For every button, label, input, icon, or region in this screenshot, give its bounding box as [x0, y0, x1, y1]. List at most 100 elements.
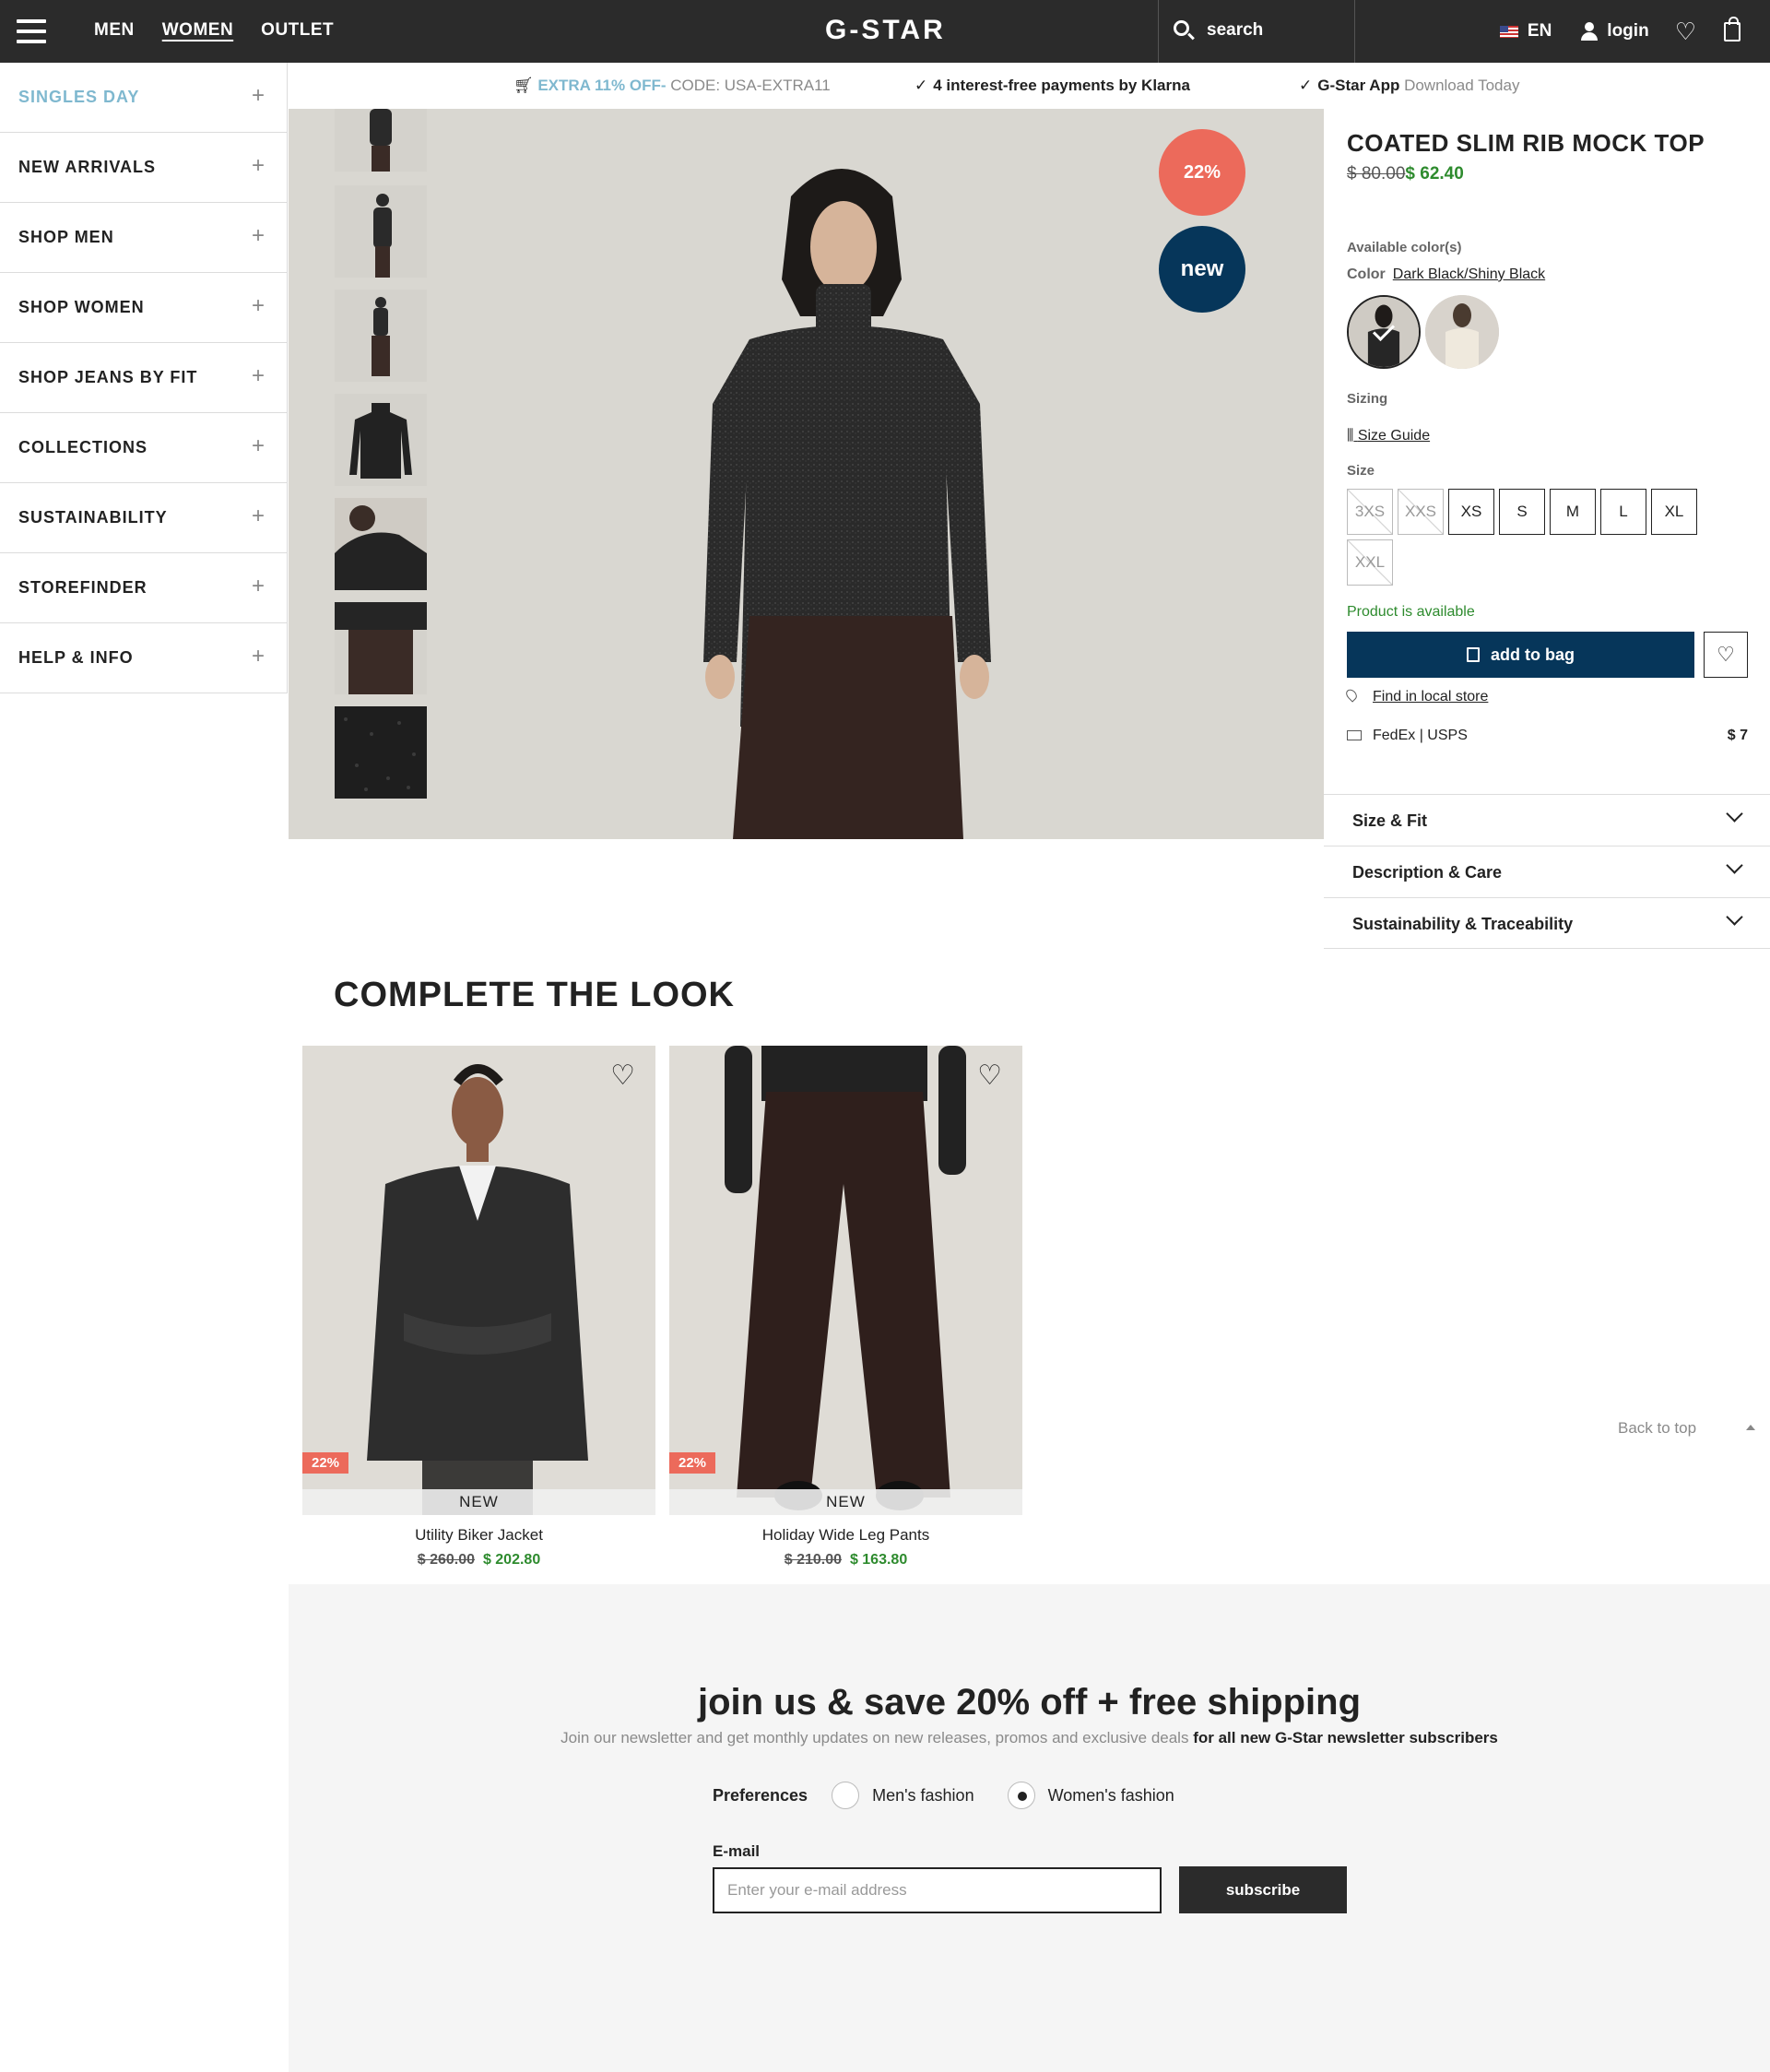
gallery-thumbnail[interactable]	[335, 109, 427, 172]
nav-outlet[interactable]: OUTLET	[261, 20, 334, 41]
login-link[interactable]: login	[1607, 21, 1648, 41]
language-selector[interactable]: EN	[1528, 21, 1552, 41]
accordion-sustainability[interactable]: Sustainability & Traceability	[1324, 897, 1770, 949]
complete-the-look-title: COMPLETE THE LOOK	[334, 976, 735, 1014]
gallery-thumbnail[interactable]	[335, 185, 427, 278]
sidebar-item-new-arrivals[interactable]: NEW ARRIVALS +	[0, 133, 288, 203]
size-guide-link[interactable]: ⫼ Size Guide	[1347, 428, 1430, 444]
size-option-3xs[interactable]: 3XS	[1347, 489, 1393, 535]
add-to-bag-button[interactable]: add to bag	[1347, 632, 1694, 678]
menu-icon[interactable]	[17, 19, 46, 43]
price-sale: $ 62.40	[1405, 164, 1464, 184]
sidebar-item-help-info[interactable]: HELP & INFO +	[0, 623, 288, 693]
nav-women[interactable]: WOMEN	[162, 20, 233, 41]
newsletter-subtitle-bold: for all new G-Star newsletter subscriber…	[1193, 1729, 1498, 1746]
product-card-name[interactable]: Holiday Wide Leg Pants	[669, 1526, 1022, 1545]
sidebar-item-sustainability[interactable]: SUSTAINABILITY +	[0, 483, 288, 553]
gstar-logo[interactable]: G-STAR	[825, 15, 946, 46]
sidebar-item-collections[interactable]: COLLECTIONS +	[0, 413, 288, 483]
search-label: search	[1207, 20, 1264, 40]
product-main-image[interactable]	[602, 109, 1081, 839]
gallery-thumbnail[interactable]	[335, 498, 427, 590]
gallery-thumbnail[interactable]	[335, 394, 427, 486]
sidebar-item-label: NEW ARRIVALS	[18, 158, 156, 176]
expand-plus-icon: +	[251, 293, 265, 318]
product-card-name[interactable]: Utility Biker Jacket	[302, 1526, 655, 1545]
size-option-m[interactable]: M	[1550, 489, 1596, 535]
accordion-description-care[interactable]: Description & Care	[1324, 846, 1770, 897]
wishlist-icon[interactable]: ♡	[1675, 19, 1696, 43]
discount-badge: 22%	[1159, 129, 1245, 216]
shopping-bag-icon[interactable]	[1724, 16, 1740, 41]
radio-label-womens[interactable]: Women's fashion	[1048, 1786, 1174, 1806]
size-option-s[interactable]: S	[1499, 489, 1545, 535]
sidebar-item-singles-day[interactable]: SINGLES DAY +	[0, 63, 288, 133]
heart-icon: ♡	[1717, 643, 1735, 666]
radio-womens-fashion[interactable]	[1007, 1782, 1035, 1809]
back-to-top-link[interactable]: Back to top	[1618, 1419, 1755, 1438]
accordion-size-fit[interactable]: Size & Fit	[1324, 794, 1770, 846]
wishlist-heart-icon[interactable]: ♡	[977, 1062, 1002, 1090]
product-card-image[interactable]: ♡ 22% NEW	[669, 1046, 1022, 1515]
color-value-link[interactable]: Dark Black/Shiny Black	[1393, 266, 1545, 282]
product-card-image[interactable]: ♡ 22% NEW	[302, 1046, 655, 1515]
expand-plus-icon: +	[251, 363, 265, 388]
size-option-xs[interactable]: XS	[1448, 489, 1494, 535]
search-button[interactable]: search	[1158, 0, 1355, 63]
preferences-group: Preferences Men's fashion Women's fashio…	[713, 1782, 1174, 1809]
location-pin-icon	[1343, 687, 1360, 703]
size-option-xxl[interactable]: XXL	[1347, 539, 1393, 586]
product-card[interactable]: ♡ 22% NEW Holiday Wide Leg Pants $ 210.0…	[669, 1046, 1022, 1569]
promo-bar: 🛒︎ EXTRA 11% OFF- CODE: USA-EXTRA11 ✓ 4 i…	[288, 63, 1770, 109]
find-store-link[interactable]: Find in local store	[1373, 689, 1488, 704]
expand-plus-icon: +	[251, 153, 265, 178]
subscribe-button[interactable]: subscribe	[1179, 1866, 1347, 1913]
chevron-down-icon	[1726, 805, 1743, 823]
promo-klarna[interactable]: ✓ 4 interest-free payments by Klarna	[914, 77, 1190, 95]
sidebar-item-storefinder[interactable]: STOREFINDER +	[0, 553, 288, 623]
accordion-title: Size & Fit	[1352, 811, 1428, 830]
radio-label-mens[interactable]: Men's fashion	[872, 1786, 974, 1806]
sidebar-item-jeans-by-fit[interactable]: SHOP JEANS BY FIT +	[0, 343, 288, 413]
radio-mens-fashion[interactable]	[832, 1782, 860, 1809]
size-selector: 3XS XXS XS S M L XL XXL	[1347, 489, 1734, 586]
size-option-l[interactable]: L	[1600, 489, 1646, 535]
color-swatch-light[interactable]	[1425, 295, 1499, 369]
new-label: NEW	[669, 1489, 1022, 1515]
color-swatch-dark-black[interactable]	[1347, 295, 1421, 369]
expand-plus-icon: +	[251, 223, 265, 248]
promo-offer[interactable]: 🛒︎ EXTRA 11% OFF- CODE: USA-EXTRA11	[513, 77, 831, 95]
add-to-wishlist-button[interactable]: ♡	[1704, 632, 1748, 678]
email-input[interactable]	[713, 1867, 1162, 1913]
newsletter-subtitle-text: Join our newsletter and get monthly upda…	[560, 1729, 1194, 1746]
newsletter-subtitle: Join our newsletter and get monthly upda…	[289, 1729, 1770, 1747]
new-badge: new	[1159, 226, 1245, 313]
find-local-store[interactable]: Find in local store	[1343, 687, 1488, 705]
gallery-thumbnail[interactable]	[335, 602, 427, 694]
sidebar-item-shop-men[interactable]: SHOP MEN +	[0, 203, 288, 273]
new-label: NEW	[302, 1489, 655, 1515]
shipping-carriers: FedEx | USPS	[1373, 728, 1468, 743]
preferences-label: Preferences	[713, 1785, 808, 1805]
size-option-xl[interactable]: XL	[1651, 489, 1697, 535]
sidebar-item-label: SINGLES DAY	[18, 88, 140, 106]
promo-app-label: G-Star App	[1317, 77, 1400, 94]
available-colors-label: Available color(s)	[1347, 240, 1462, 255]
header-actions: EN login ♡	[1499, 0, 1770, 63]
wishlist-heart-icon[interactable]: ♡	[610, 1062, 635, 1090]
size-option-xxs[interactable]: XXS	[1398, 489, 1444, 535]
promo-app[interactable]: ✓ G-Star App Download Today	[1299, 77, 1519, 95]
discount-badge: 22%	[669, 1452, 716, 1474]
product-card[interactable]: ♡ 22% NEW Utility Biker Jacket $ 260.00 …	[302, 1046, 655, 1569]
nav-men[interactable]: MEN	[94, 20, 135, 41]
email-label: E-mail	[713, 1842, 761, 1860]
gallery-thumbnail[interactable]	[335, 706, 427, 799]
sidebar-item-shop-women[interactable]: SHOP WOMEN +	[0, 273, 288, 343]
newsletter-title: join us & save 20% off + free shipping	[697, 1682, 1362, 1723]
promo-offer-highlight: EXTRA 11% OFF-	[537, 77, 667, 94]
gallery-thumbnail[interactable]	[335, 290, 427, 382]
sidebar-item-label: SHOP MEN	[18, 228, 114, 246]
check-icon: ✓	[914, 77, 928, 94]
product-card-price: $ 210.00 $ 163.80	[669, 1552, 1022, 1569]
top-header: MEN WOMEN OUTLET G-STAR search EN login …	[0, 0, 1770, 63]
